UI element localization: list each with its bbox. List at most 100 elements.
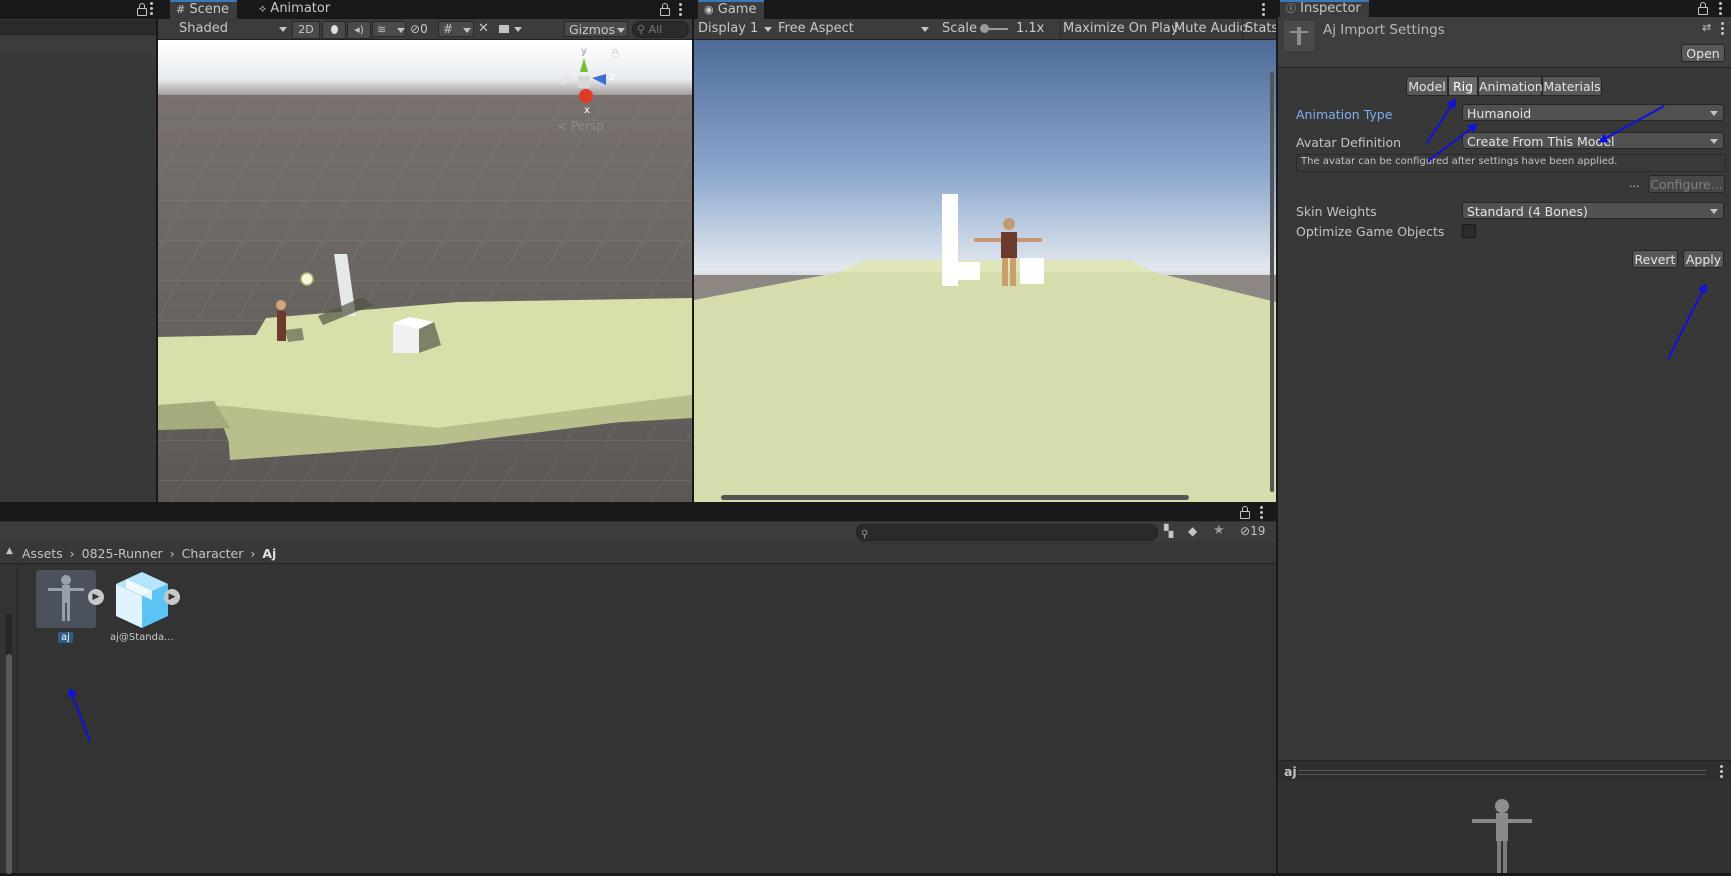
breadcrumb: Assets › 0825-Runner › Character › Aj — [22, 545, 276, 563]
tools-button[interactable]: ✕ — [478, 19, 489, 39]
preview-title: aj — [1284, 764, 1297, 779]
aspect-dropdown[interactable]: Free Aspect — [778, 19, 933, 39]
breadcrumb-item[interactable]: 0825-Runner — [82, 546, 163, 561]
game-tab-bar: ◉ Game — [694, 0, 1276, 19]
chevron-down-icon — [1710, 209, 1718, 214]
asset-item[interactable]: ▶ aj@Standa... — [110, 570, 186, 646]
scale-slider[interactable] — [980, 24, 1008, 33]
audio-toggle-button[interactable]: ◂) — [347, 21, 371, 39]
configure-button[interactable]: Configure... — [1648, 175, 1725, 193]
lock-icon[interactable] — [660, 3, 670, 16]
grid-icon: # — [176, 3, 186, 16]
projection-toggle[interactable]: < Persp — [557, 119, 604, 133]
grid-snap-icon: # — [443, 22, 454, 36]
gizmos-dropdown[interactable]: Gizmos — [564, 21, 628, 37]
tab-animator[interactable]: ⟡ Animator — [253, 0, 338, 19]
display-dropdown[interactable]: Display 1 — [698, 19, 774, 39]
effects-toggle-button[interactable]: ≋ — [372, 21, 406, 37]
breadcrumb-item[interactable]: Assets — [22, 546, 63, 561]
more-options-icon[interactable] — [150, 2, 153, 17]
layers-icon: ≋ — [377, 23, 387, 36]
tab-inspector[interactable]: ⓘ Inspector — [1280, 0, 1369, 17]
open-button[interactable]: Open — [1681, 44, 1725, 62]
lighting-toggle-button[interactable] — [322, 21, 346, 39]
tools-icon: ✕ — [478, 21, 489, 36]
lock-icon[interactable] — [1240, 506, 1250, 519]
project-panel: ⚲ ▚ ◆ ★ ⊘19 ▲ Assets › 0825-Runner › Cha… — [0, 504, 1276, 874]
scale-label: Scale — [942, 21, 977, 36]
more-options-icon[interactable] — [1721, 22, 1724, 37]
scroll-up-icon[interactable]: ▲ — [6, 546, 13, 556]
tab-model[interactable]: Model — [1406, 76, 1448, 96]
more-options-icon[interactable] — [1262, 3, 1265, 18]
hierarchy-panel — [0, 0, 161, 502]
hidden-packages-toggle[interactable]: ⊘19 — [1240, 524, 1265, 538]
scene-visibility-toggle[interactable]: ⊘0 — [410, 19, 428, 39]
stats-button[interactable]: Stats — [1242, 19, 1278, 39]
scene-tab-bar: # Scene ⟡ Animator — [158, 0, 692, 19]
avatar-definition-dropdown[interactable]: Create From This Model — [1462, 132, 1724, 149]
scene-toolbar: Shaded 2D ◂) ≋ ⊘0 # ✕ Gizmos ⚲ All — [158, 19, 692, 40]
game-vertical-scrollbar[interactable] — [1270, 72, 1274, 492]
gizmo-lock-icon[interactable] — [611, 48, 619, 58]
expand-play-icon[interactable]: ▶ — [164, 589, 180, 605]
label-icon[interactable]: ◆ — [1188, 524, 1197, 538]
game-horizontal-scrollbar[interactable] — [721, 495, 1189, 500]
inspector-title: Aj Import Settings — [1323, 22, 1445, 38]
scale-slider-thumb[interactable] — [980, 24, 989, 33]
filter-by-type-icon[interactable]: ▚ — [1164, 524, 1173, 538]
gizmo-axis-x-label: x — [584, 105, 590, 116]
grid-toggle-button[interactable]: # — [438, 21, 474, 37]
scene-viewport[interactable]: y z x < Persp — [158, 40, 692, 502]
maximize-on-play-button[interactable]: Maximize On Play — [1060, 19, 1178, 39]
asset-item[interactable]: ▶ aj — [34, 570, 104, 646]
mute-audio-button[interactable]: Mute Audio — [1171, 19, 1248, 39]
model-asset-icon — [1284, 21, 1314, 51]
tab-animation[interactable]: Animation — [1478, 76, 1543, 96]
camera-settings-button[interactable] — [499, 19, 522, 39]
skin-weights-dropdown[interactable]: Standard (4 Bones) — [1462, 202, 1724, 219]
skin-weights-label: Skin Weights — [1296, 204, 1377, 219]
chevron-down-icon — [463, 28, 471, 33]
hierarchy-toolbar — [0, 36, 156, 54]
breadcrumb-item[interactable]: Character — [182, 546, 244, 561]
apply-button[interactable]: Apply — [1683, 250, 1724, 268]
breadcrumb-item-current[interactable]: Aj — [262, 546, 276, 561]
more-options-icon[interactable] — [1260, 506, 1263, 521]
tab-rig[interactable]: Rig — [1448, 76, 1478, 96]
revert-button[interactable]: Revert — [1632, 250, 1678, 268]
tab-materials[interactable]: Materials — [1542, 76, 1602, 96]
shading-mode-dropdown[interactable]: Shaded — [179, 19, 291, 39]
chevron-down-icon — [1710, 111, 1718, 116]
lock-icon[interactable] — [137, 3, 147, 16]
more-options-icon[interactable] — [679, 3, 682, 18]
asset-label: aj@Standa... — [110, 632, 174, 643]
hierarchy-search[interactable] — [0, 20, 156, 35]
speaker-icon: ◂) — [354, 23, 364, 36]
chevron-down-icon — [764, 27, 772, 32]
preview-header: aj — [1278, 760, 1731, 781]
animation-type-dropdown[interactable]: Humanoid — [1462, 104, 1724, 121]
scene-search-input[interactable]: ⚲ All — [632, 21, 689, 38]
lock-icon[interactable] — [1698, 2, 1708, 15]
tab-game[interactable]: ◉ Game — [698, 0, 765, 19]
settings-sliders-icon[interactable]: ⇄ — [1702, 21, 1711, 34]
gizmo-axis-z-label: z — [609, 72, 615, 83]
more-options-icon[interactable] — [1719, 2, 1722, 17]
expand-play-icon[interactable]: ▶ — [88, 589, 104, 605]
project-search-input[interactable]: ⚲ — [856, 524, 1158, 541]
humanoid-figure-icon — [48, 575, 84, 621]
animator-icon: ⟡ — [259, 2, 267, 15]
camera-icon — [499, 25, 509, 33]
orientation-gizmo[interactable]: y z x — [552, 46, 622, 124]
more-options-icon[interactable] — [1720, 765, 1723, 780]
humanoid-figure-icon — [1290, 27, 1308, 45]
resize-handle[interactable] — [1298, 770, 1706, 775]
tab-scene[interactable]: # Scene — [170, 0, 237, 19]
star-icon[interactable]: ★ — [1213, 523, 1225, 538]
optimize-game-objects-checkbox[interactable] — [1462, 224, 1476, 238]
model-preview[interactable] — [1278, 781, 1731, 873]
game-viewport[interactable] — [694, 40, 1276, 502]
toggle-2d-button[interactable]: 2D — [292, 21, 320, 39]
project-left-scrollbar-thumb[interactable] — [6, 654, 12, 874]
